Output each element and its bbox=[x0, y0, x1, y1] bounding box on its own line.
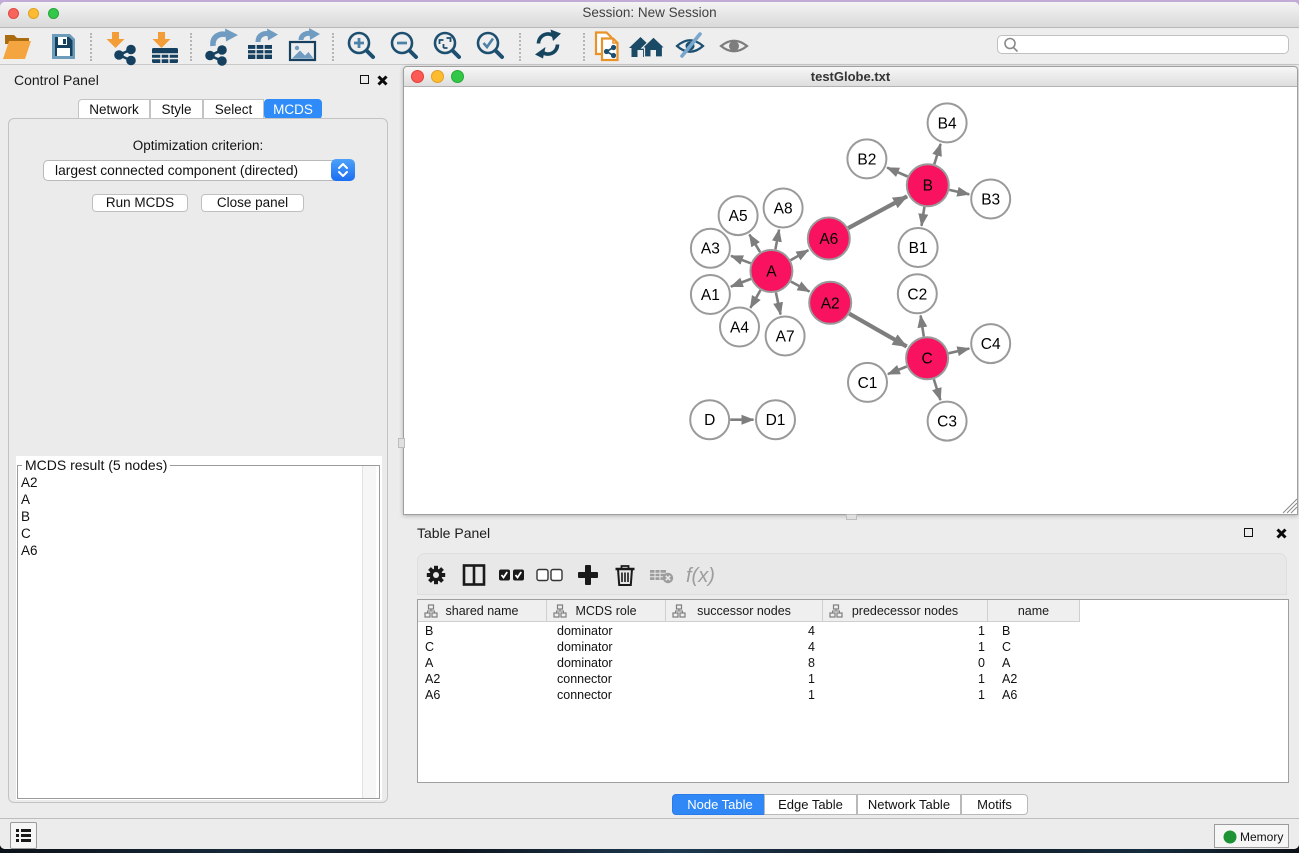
svg-text:A8: A8 bbox=[774, 200, 793, 217]
svg-text:A: A bbox=[766, 263, 777, 280]
svg-text:C1: C1 bbox=[858, 374, 878, 391]
svg-text:B4: B4 bbox=[938, 115, 957, 132]
svg-text:B: B bbox=[923, 177, 933, 194]
svg-text:D1: D1 bbox=[766, 412, 786, 429]
svg-text:C3: C3 bbox=[937, 413, 957, 430]
svg-text:A6: A6 bbox=[819, 231, 838, 248]
svg-text:B1: B1 bbox=[909, 240, 928, 257]
svg-text:D: D bbox=[704, 412, 715, 429]
svg-text:A7: A7 bbox=[776, 328, 795, 345]
svg-text:A2: A2 bbox=[821, 295, 840, 312]
svg-text:A5: A5 bbox=[729, 208, 748, 225]
svg-text:A4: A4 bbox=[730, 319, 749, 336]
svg-text:B2: B2 bbox=[857, 151, 876, 168]
svg-text:C2: C2 bbox=[907, 286, 927, 303]
svg-text:C4: C4 bbox=[981, 336, 1001, 353]
svg-text:A3: A3 bbox=[701, 240, 720, 257]
svg-text:B3: B3 bbox=[981, 191, 1000, 208]
svg-text:f(x): f(x) bbox=[686, 565, 715, 587]
svg-text:C: C bbox=[921, 350, 932, 367]
svg-text:A1: A1 bbox=[701, 287, 720, 304]
